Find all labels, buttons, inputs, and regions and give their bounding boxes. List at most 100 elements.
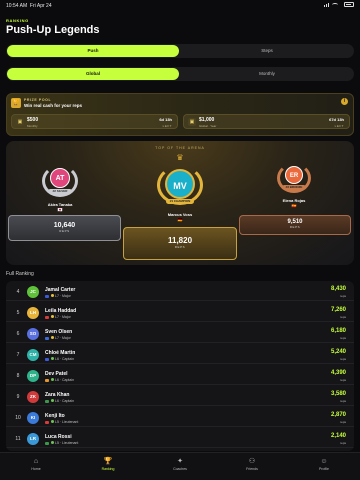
prize-period: Global · Year xyxy=(199,124,217,128)
table-row[interactable]: 11 LR Luca Rossi L5 · Lieutenant 2,140 reps xyxy=(6,430,354,448)
rank-number: 5 xyxy=(16,310,20,316)
battery-icon xyxy=(344,2,354,7)
tab-friends[interactable]: ⚇ Friends xyxy=(216,457,288,471)
avatar: SO xyxy=(27,328,39,340)
rank-pill: #1 CHAMPION xyxy=(166,199,194,204)
rank-number: 8 xyxy=(16,373,20,379)
flag-icon: 🇩🇪 xyxy=(177,217,183,222)
wallet-icon: ▣ xyxy=(16,118,24,126)
full-ranking-label: Full Ranking xyxy=(6,271,34,277)
avatar: KI xyxy=(27,412,39,424)
player-level: L7 · Major xyxy=(45,294,71,298)
tab-ranking[interactable]: 🏆 Ranking xyxy=(72,457,144,471)
table-row[interactable]: 6 SO Sven Olsen L7 · Major 6,180 reps xyxy=(6,325,354,343)
avatar: ZK xyxy=(27,391,39,403)
avatar: MV xyxy=(165,169,195,199)
wallet-icon: ▣ xyxy=(188,118,196,126)
rep-unit: reps xyxy=(340,315,346,319)
rep-unit: reps xyxy=(340,336,346,340)
player-name: Chloé Martin xyxy=(45,350,76,356)
avatar: JC xyxy=(27,286,39,298)
table-row[interactable]: 9 ZK Zara Khan L6 · Captain 3,580 reps xyxy=(6,388,354,406)
prize-card-global[interactable]: ▣ $1,000 Global · Year 67d 13h LEFT xyxy=(183,114,350,129)
tab-coaches[interactable]: ✦ Coaches xyxy=(144,457,216,471)
table-row[interactable]: 7 CM Chloé Martin L6 · Captain 5,240 reps xyxy=(6,346,354,364)
table-row[interactable]: 4 JC Jamal Carter L7 · Major 8,430 reps xyxy=(6,283,354,301)
podium-unit: REPS xyxy=(174,245,186,249)
tab-profile[interactable]: ☺ Profile xyxy=(288,457,360,471)
toggle-global[interactable]: Global xyxy=(7,68,179,80)
podium-unit: REPS xyxy=(289,225,301,229)
info-icon[interactable]: i xyxy=(341,98,348,105)
prize-amount: $1,000 xyxy=(199,117,215,123)
player-level: L5 · Lieutenant xyxy=(45,441,78,445)
level-text: L5 · Lieutenant xyxy=(55,420,79,424)
rep-count: 3,580 xyxy=(330,391,346,397)
table-row[interactable]: 10 KI Kenji Ito L5 · Lieutenant 2,870 reps xyxy=(6,409,354,427)
tier-icon xyxy=(51,315,54,319)
podium-value: 11,820 xyxy=(167,236,193,245)
rank-number: 7 xyxy=(16,352,20,358)
rank-pill: #2 SILVER xyxy=(48,189,72,194)
flag-icon xyxy=(45,420,49,424)
table-row[interactable]: 5 LH Leila Haddad L7 · Major 7,260 reps xyxy=(6,304,354,322)
rep-count: 2,870 xyxy=(330,412,346,418)
tab-label: Home xyxy=(31,467,41,471)
prize-period: Monthly xyxy=(27,124,38,128)
avatar: LR xyxy=(27,433,39,445)
avatar: CM xyxy=(27,349,39,361)
level-text: L7 · Major xyxy=(55,294,71,298)
table-row[interactable]: 8 DP Dev Patel L6 · Captain 4,390 reps xyxy=(6,367,354,385)
tab-label: Friends xyxy=(246,467,258,471)
rep-unit: reps xyxy=(340,441,346,445)
rep-unit: reps xyxy=(340,378,346,382)
dumbbell-icon: ✦ xyxy=(177,458,183,465)
rep-count: 4,390 xyxy=(330,370,346,376)
rep-count: 7,260 xyxy=(330,307,346,313)
arena-title: TOP OF THE ARENA xyxy=(155,146,205,150)
prize-pool-text: Win real cash for your reps xyxy=(24,103,82,108)
flag-icon xyxy=(45,294,49,298)
toggle-steps[interactable]: Steps xyxy=(181,45,353,57)
level-text: L7 · Major xyxy=(55,336,71,340)
player-name: Leila Haddad xyxy=(45,308,77,314)
rep-count: 2,140 xyxy=(330,433,346,439)
player-level: L6 · Captain xyxy=(45,399,74,403)
profile-icon: ☺ xyxy=(320,458,328,465)
podium-block-third: 9,510 REPS xyxy=(239,215,351,235)
player-name: Kenji Ito xyxy=(45,413,65,419)
status-bar: 10:54 AM Fri Apr 24 xyxy=(0,0,360,12)
rank-number: 6 xyxy=(16,331,20,337)
tier-icon xyxy=(51,420,54,424)
level-text: L6 · Captain xyxy=(55,357,75,361)
tab-label: Ranking xyxy=(101,467,115,471)
flag-icon: 🇯🇵 xyxy=(57,207,63,212)
signal-icon xyxy=(324,2,329,7)
tab-home[interactable]: ⌂ Home xyxy=(0,457,72,471)
flag-icon xyxy=(45,399,49,403)
prize-countdown: 67d 13h xyxy=(329,117,344,122)
arena-podium: TOP OF THE ARENA AT #2 SILVER Akira Tana… xyxy=(6,141,354,265)
podium-value: 10,640 xyxy=(53,222,76,229)
rank-number: 11 xyxy=(15,436,21,442)
player-level: L6 · Captain xyxy=(45,378,74,382)
podium-unit: REPS xyxy=(59,229,70,233)
tier-icon xyxy=(51,294,54,298)
prize-countdown: 6d 13h xyxy=(159,117,172,122)
tier-icon xyxy=(51,378,54,382)
level-text: L6 · Captain xyxy=(55,399,75,403)
podium-block-first: 11,820 REPS xyxy=(123,227,237,260)
tab-label: Coaches xyxy=(173,467,187,471)
avatar: ER xyxy=(285,166,303,184)
crown-icon: ♛ xyxy=(176,153,184,162)
tier-icon xyxy=(51,441,54,445)
toggle-monthly[interactable]: Monthly xyxy=(181,68,353,80)
rep-count: 5,240 xyxy=(330,349,346,355)
toggle-push[interactable]: Push xyxy=(7,45,179,57)
avatar: DP xyxy=(27,370,39,382)
tier-icon xyxy=(51,336,54,340)
prize-pool-card[interactable]: 🏆 PRIZE POOL Win real cash for your reps… xyxy=(6,93,354,136)
prize-card-monthly[interactable]: ▣ $500 Monthly 6d 13h LEFT xyxy=(11,114,178,129)
rep-unit: reps xyxy=(340,420,346,424)
player-name: Zara Khan xyxy=(45,392,70,398)
